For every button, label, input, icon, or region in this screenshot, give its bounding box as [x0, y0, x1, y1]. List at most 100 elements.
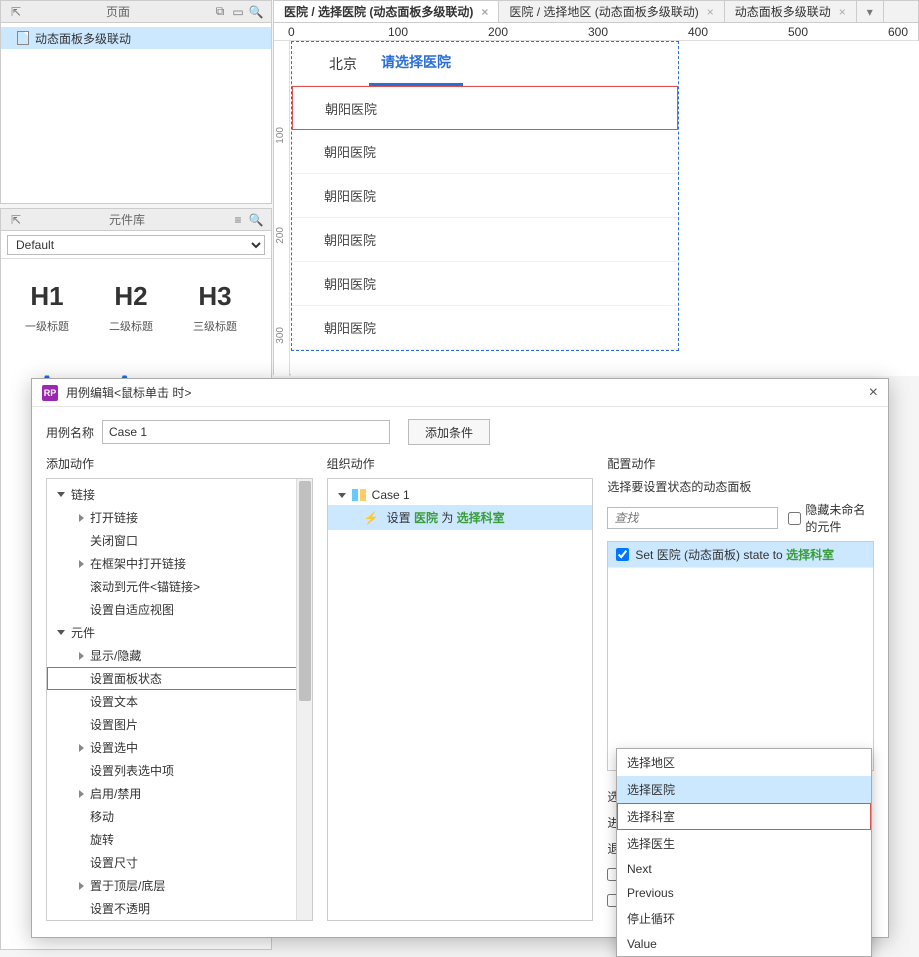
dropdown-option[interactable]: 停止循环 — [617, 905, 871, 932]
case-name-label: 用例名称 — [46, 424, 94, 441]
case-name-input[interactable] — [102, 420, 390, 444]
tab[interactable]: 动态面板多级联动× — [725, 1, 857, 22]
collapse-icon[interactable]: ⇱ — [7, 3, 25, 21]
widget-h1[interactable]: H1一级标题 — [7, 271, 87, 341]
close-icon[interactable]: × — [481, 5, 488, 19]
dialog-toolbar: 用例名称 添加条件 — [32, 407, 888, 455]
chevron-down-icon — [338, 493, 346, 498]
widgets-header: ⇱ 元件库 ≡ 🔍 — [1, 209, 271, 231]
action-scroll-to[interactable]: 滚动到元件<锚链接> — [47, 575, 312, 598]
search-icon[interactable]: 🔍 — [247, 3, 265, 21]
dp-row[interactable]: 朝阳医院 — [292, 86, 678, 130]
case-tree-body: Case 1 ⚡ 设置 医院 为 选择科室 — [327, 478, 594, 921]
hide-unnamed-checkbox[interactable]: 隐藏未命名的元件 — [788, 501, 874, 535]
widget-h3[interactable]: H3三级标题 — [175, 271, 255, 341]
config-search-row: 隐藏未命名的元件 — [607, 501, 874, 535]
canvas[interactable]: 北京 请选择医院 朝阳医院 朝阳医院 朝阳医院 朝阳医院 朝阳医院 朝阳医院 — [291, 41, 919, 376]
col1-title: 添加动作 — [46, 455, 313, 472]
dp-tabs: 北京 请选择医院 — [292, 42, 678, 86]
tab-active[interactable]: 医院 / 选择医院 (动态面板多级联动)× — [274, 1, 499, 22]
pages-panel: ⇱ 页面 ⧉ ▭ 🔍 动态面板多级联动 — [0, 0, 272, 204]
action-open-in-frame[interactable]: 在框架中打开链接 — [47, 552, 312, 575]
page-label: 动态面板多级联动 — [35, 30, 131, 47]
dp-row[interactable]: 朝阳医院 — [292, 306, 678, 350]
page-icon — [17, 31, 29, 45]
case-row[interactable]: Case 1 — [328, 485, 593, 505]
dropdown-option[interactable]: Next — [617, 857, 871, 881]
action-enable-disable[interactable]: 启用/禁用 — [47, 782, 312, 805]
canvas-area: 医院 / 选择医院 (动态面板多级联动)× 医院 / 选择地区 (动态面板多级联… — [273, 0, 919, 375]
action-rotate[interactable]: 旋转 — [47, 828, 312, 851]
dynamic-panel-icon — [352, 489, 366, 501]
action-bring-front-back[interactable]: 置于顶层/底层 — [47, 874, 312, 897]
action-set-image[interactable]: 设置图片 — [47, 713, 312, 736]
action-close-window[interactable]: 关闭窗口 — [47, 529, 312, 552]
library-toolbar: Default — [1, 231, 271, 259]
document-tabs: 医院 / 选择医院 (动态面板多级联动)× 医院 / 选择地区 (动态面板多级联… — [274, 1, 918, 23]
action-adaptive-view[interactable]: 设置自适应视图 — [47, 598, 312, 621]
bolt-icon: ⚡ — [364, 511, 379, 525]
action-group-widgets[interactable]: 元件 — [47, 621, 312, 644]
action-set-list-selected[interactable]: 设置列表选中项 — [47, 759, 312, 782]
action-move[interactable]: 移动 — [47, 805, 312, 828]
ruler-vertical: 100 200 300 — [274, 41, 290, 376]
action-focus[interactable]: 获取焦点 — [47, 920, 312, 921]
dropdown-option[interactable]: 选择医生 — [617, 830, 871, 857]
close-icon[interactable]: × — [707, 5, 714, 19]
config-target-list: Set 医院 (动态面板) state to 选择科室 — [607, 541, 874, 771]
action-tree: 链接 打开链接 关闭窗口 在框架中打开链接 滚动到元件<锚链接> 设置自适应视图… — [47, 479, 312, 921]
target-checkbox[interactable] — [616, 548, 629, 561]
dropdown-option[interactable]: Value — [617, 932, 871, 956]
col2-title: 组织动作 — [327, 455, 594, 472]
add-condition-button[interactable]: 添加条件 — [408, 419, 490, 445]
add-child-icon[interactable]: ⧉ — [211, 3, 229, 21]
dp-row[interactable]: 朝阳医院 — [292, 130, 678, 174]
action-group-links[interactable]: 链接 — [47, 483, 312, 506]
dp-row[interactable]: 朝阳医院 — [292, 218, 678, 262]
state-dropdown: 选择地区 选择医院 选择科室 选择医生 Next Previous 停止循环 V… — [616, 748, 872, 957]
add-sibling-icon[interactable]: ▭ — [229, 3, 247, 21]
target-text: Set 医院 (动态面板) state to 选择科室 — [635, 546, 834, 563]
search-icon[interactable]: 🔍 — [247, 211, 265, 229]
dp-tab-select-hospital[interactable]: 请选择医院 — [369, 42, 463, 86]
dynamic-panel[interactable]: 北京 请选择医院 朝阳医院 朝阳医院 朝阳医院 朝阳医院 朝阳医院 朝阳医院 — [291, 41, 679, 351]
pages-title: 页面 — [25, 3, 211, 20]
action-list: 链接 打开链接 关闭窗口 在框架中打开链接 滚动到元件<锚链接> 设置自适应视图… — [46, 478, 313, 921]
pages-header: ⇱ 页面 ⧉ ▭ 🔍 — [1, 1, 271, 23]
action-set-size[interactable]: 设置尺寸 — [47, 851, 312, 874]
close-icon[interactable]: × — [869, 384, 878, 402]
close-icon[interactable]: × — [839, 5, 846, 19]
col3-title: 配置动作 — [607, 455, 874, 472]
case-label: Case 1 — [372, 488, 410, 502]
dp-row[interactable]: 朝阳医院 — [292, 262, 678, 306]
tab-overflow[interactable]: ▾ — [857, 1, 884, 22]
page-tree-item[interactable]: 动态面板多级联动 — [1, 27, 271, 49]
dropdown-option[interactable]: 选择医院 — [617, 776, 871, 803]
dropdown-option[interactable]: 选择地区 — [617, 749, 871, 776]
config-subtitle: 选择要设置状态的动态面板 — [607, 478, 874, 501]
case-action-row[interactable]: ⚡ 设置 医院 为 选择科室 — [328, 505, 593, 530]
action-set-opacity[interactable]: 设置不透明 — [47, 897, 312, 920]
action-open-link[interactable]: 打开链接 — [47, 506, 312, 529]
dp-row[interactable]: 朝阳医院 — [292, 174, 678, 218]
library-select[interactable]: Default — [7, 235, 265, 255]
scrollbar[interactable] — [296, 479, 312, 920]
dropdown-option[interactable]: Previous — [617, 881, 871, 905]
tab[interactable]: 医院 / 选择地区 (动态面板多级联动)× — [499, 1, 724, 22]
dropdown-option[interactable]: 选择科室 — [617, 803, 871, 830]
config-search-input[interactable] — [607, 507, 778, 529]
ruler-horizontal: 0 100 200 300 400 500 600 — [274, 23, 918, 41]
action-set-text[interactable]: 设置文本 — [47, 690, 312, 713]
app-logo-icon: RP — [42, 385, 58, 401]
dialog-title: 用例编辑<鼠标单击 时> — [66, 384, 869, 401]
hamburger-icon[interactable]: ≡ — [229, 211, 247, 229]
action-show-hide[interactable]: 显示/隐藏 — [47, 644, 312, 667]
widget-h2[interactable]: H2二级标题 — [91, 271, 171, 341]
collapse-icon[interactable]: ⇱ — [7, 211, 25, 229]
dialog-titlebar[interactable]: RP 用例编辑<鼠标单击 时> × — [32, 379, 888, 407]
action-set-panel-state[interactable]: 设置面板状态 — [47, 667, 312, 690]
action-set-selected[interactable]: 设置选中 — [47, 736, 312, 759]
col-organize: 组织动作 Case 1 ⚡ 设置 医院 为 选择科室 — [327, 455, 594, 921]
dp-tab-beijing[interactable]: 北京 — [317, 42, 369, 86]
config-target-item[interactable]: Set 医院 (动态面板) state to 选择科室 — [608, 542, 873, 568]
